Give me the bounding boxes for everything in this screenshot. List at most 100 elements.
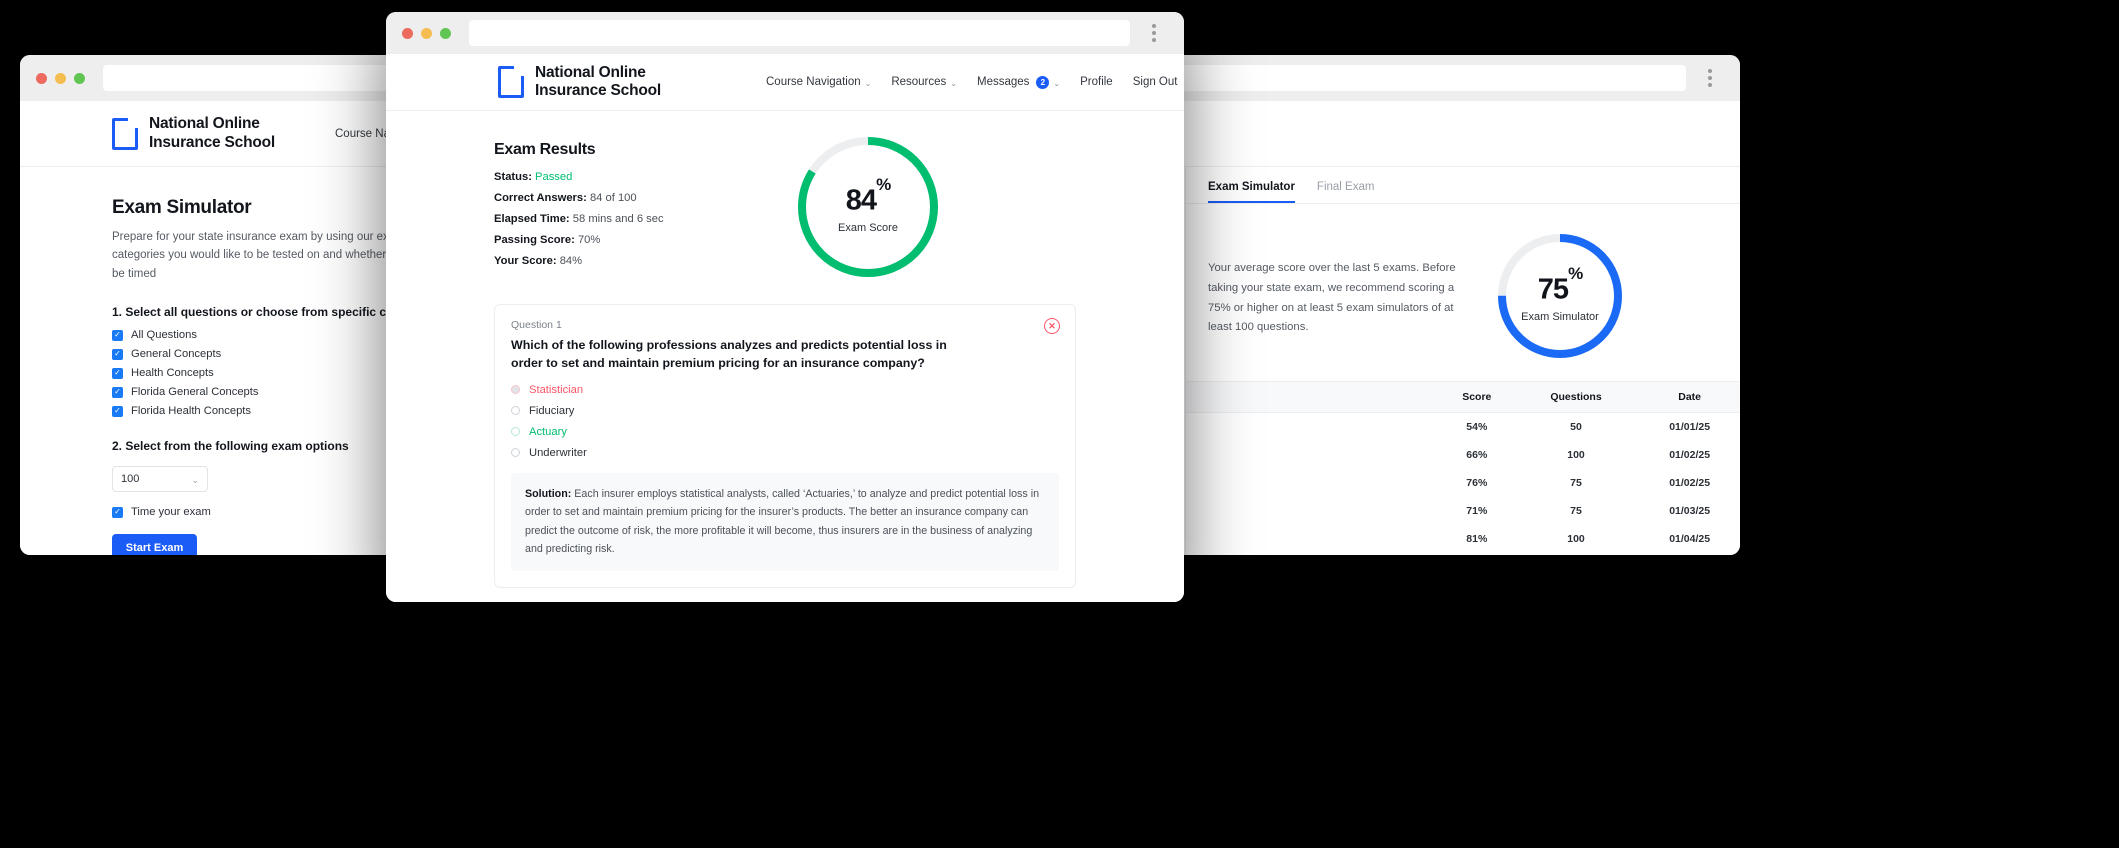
maximize-window-button[interactable] (74, 73, 85, 84)
cell-date: 01/02/25 (1639, 441, 1740, 469)
screenshot-stage: National Online Insurance School Course … (0, 0, 2119, 848)
checkbox-icon[interactable]: ✓ (112, 368, 123, 379)
maximize-window-button[interactable] (440, 28, 451, 39)
cell-score: 84% (1441, 553, 1513, 555)
nav-messages[interactable]: Messages 2 ⌄ (977, 76, 1060, 89)
checkbox-icon[interactable]: ✓ (112, 406, 123, 417)
chevron-down-icon: ⌄ (1053, 79, 1060, 88)
col-name (1186, 382, 1441, 413)
cell-questions: 100 (1513, 525, 1640, 553)
front-brand-text: National Online Insurance School (535, 64, 661, 100)
front-browser-menu-icon[interactable] (1140, 24, 1168, 42)
radio-icon[interactable] (511, 406, 520, 415)
table-row: 81%10001/04/25 (1186, 525, 1740, 553)
cell-name (1186, 497, 1441, 525)
foreground-browser-window[interactable]: National Online Insurance School Course … (386, 12, 1184, 602)
average-score-summary: Your average score over the last 5 exams… (1186, 204, 1740, 367)
checkbox-label: All Questions (131, 329, 197, 341)
back-browser-menu-icon[interactable] (1696, 69, 1724, 87)
ring-center-label: 84% Exam Score (794, 133, 942, 286)
brand-line-2: Insurance School (149, 134, 275, 152)
ring-center-label: 75% Exam Simulator (1494, 230, 1626, 367)
back-window-traffic-lights[interactable] (36, 73, 85, 84)
solution-text: Each insurer employs statistical analyst… (525, 488, 1039, 555)
front-brand-logo[interactable]: National Online Insurance School (498, 64, 661, 100)
table-row: 66%10001/02/25 (1186, 441, 1740, 469)
checkbox-icon[interactable]: ✓ (112, 330, 123, 341)
back-brand-logo[interactable]: National Online Insurance School (112, 115, 275, 151)
nav-sign-out[interactable]: Sign Out (1133, 76, 1178, 88)
close-window-button[interactable] (402, 28, 413, 39)
your-score-value: 84% (560, 255, 582, 267)
checkbox-label: Florida General Concepts (131, 386, 258, 398)
col-score: Score (1441, 382, 1513, 413)
answer-option[interactable]: Statistician (511, 384, 1059, 396)
cell-score: 76% (1441, 469, 1513, 497)
brand-line-1: National Online (149, 115, 275, 133)
answer-list[interactable]: Statistician Fiduciary Actuary Underwrit… (511, 384, 1059, 459)
cell-date: 01/03/25 (1639, 497, 1740, 525)
exam-results-stats: Status: Passed Correct Answers: 84 of 10… (494, 171, 794, 267)
cell-questions: 75 (1513, 497, 1640, 525)
ring-sublabel: Exam Score (838, 222, 898, 234)
checkbox-icon[interactable]: ✓ (112, 349, 123, 360)
answer-option[interactable]: Underwriter (511, 447, 1059, 459)
ring-percent: 75% (1538, 274, 1582, 305)
tab-exam-simulator[interactable]: Exam Simulator (1208, 181, 1295, 203)
radio-icon[interactable] (511, 448, 520, 457)
question-count-select[interactable]: 100 ⌄ (112, 466, 208, 492)
cell-name (1186, 441, 1441, 469)
table-row: 84%10001/05/25 (1186, 553, 1740, 555)
correct-answers-row: Correct Answers: 84 of 100 (494, 192, 794, 204)
solution-label: Solution: (525, 488, 571, 500)
question-count-value: 100 (121, 473, 139, 485)
checkbox-label: Florida Health Concepts (131, 405, 251, 417)
checkbox-label: General Concepts (131, 348, 221, 360)
nav-profile[interactable]: Profile (1080, 76, 1113, 88)
chevron-down-icon: ⌄ (865, 79, 872, 88)
solution-box: Solution: Each insurer employs statistic… (511, 473, 1059, 571)
close-window-button[interactable] (36, 73, 47, 84)
start-exam-button[interactable]: Start Exam (112, 534, 197, 555)
cell-questions: 50 (1513, 413, 1640, 442)
chevron-down-icon: ⌄ (191, 475, 199, 486)
exam-tabs[interactable]: Exam Simulator Final Exam (1186, 167, 1740, 204)
exam-results-header: Exam Results Status: Passed Correct Answ… (494, 133, 1076, 286)
cell-date: 01/04/25 (1639, 525, 1740, 553)
checkbox-label: Health Concepts (131, 367, 214, 379)
nav-course-navigation[interactable]: Course Navigation ⌄ (766, 76, 871, 88)
tab-final-exam[interactable]: Final Exam (1317, 181, 1375, 203)
front-window-traffic-lights[interactable] (402, 28, 451, 39)
nav-resources[interactable]: Resources ⌄ (891, 76, 957, 88)
radio-icon[interactable] (511, 385, 520, 394)
exam-results-summary: Exam Results Status: Passed Correct Answ… (494, 133, 794, 267)
exam-history-panel: Exam Simulator Final Exam Your average s… (1185, 167, 1740, 555)
minimize-window-button[interactable] (55, 73, 66, 84)
status-value: Passed (535, 171, 572, 183)
cell-score: 81% (1441, 525, 1513, 553)
elapsed-time-value: 58 mins and 6 sec (573, 213, 664, 225)
front-main-nav[interactable]: Course Navigation ⌄ Resources ⌄ Messages… (766, 76, 1177, 89)
messages-count-badge: 2 (1036, 76, 1049, 89)
ring-sublabel: Exam Simulator (1521, 311, 1599, 323)
question-number: Question 1 (511, 319, 1059, 331)
minimize-window-button[interactable] (421, 28, 432, 39)
checkbox-icon[interactable]: ✓ (112, 507, 123, 518)
logo-icon (498, 66, 524, 98)
front-site-header: National Online Insurance School Course … (386, 54, 1184, 111)
table-row: 54%5001/01/25 (1186, 413, 1740, 442)
chevron-down-icon: ⌄ (950, 79, 957, 88)
front-window-titlebar[interactable] (386, 12, 1184, 54)
correct-answers-value: 84 of 100 (590, 192, 637, 204)
back-brand-text: National Online Insurance School (149, 115, 275, 151)
answer-option[interactable]: Fiduciary (511, 405, 1059, 417)
checkbox-icon[interactable]: ✓ (112, 387, 123, 398)
front-address-bar[interactable] (469, 20, 1130, 46)
answer-option[interactable]: Actuary (511, 426, 1059, 438)
cell-name (1186, 469, 1441, 497)
table-header-row: Score Questions Date (1186, 382, 1740, 413)
checkbox-label: Time your exam (131, 506, 211, 518)
status-row: Status: Passed (494, 171, 794, 183)
cell-score: 71% (1441, 497, 1513, 525)
radio-icon[interactable] (511, 427, 520, 436)
